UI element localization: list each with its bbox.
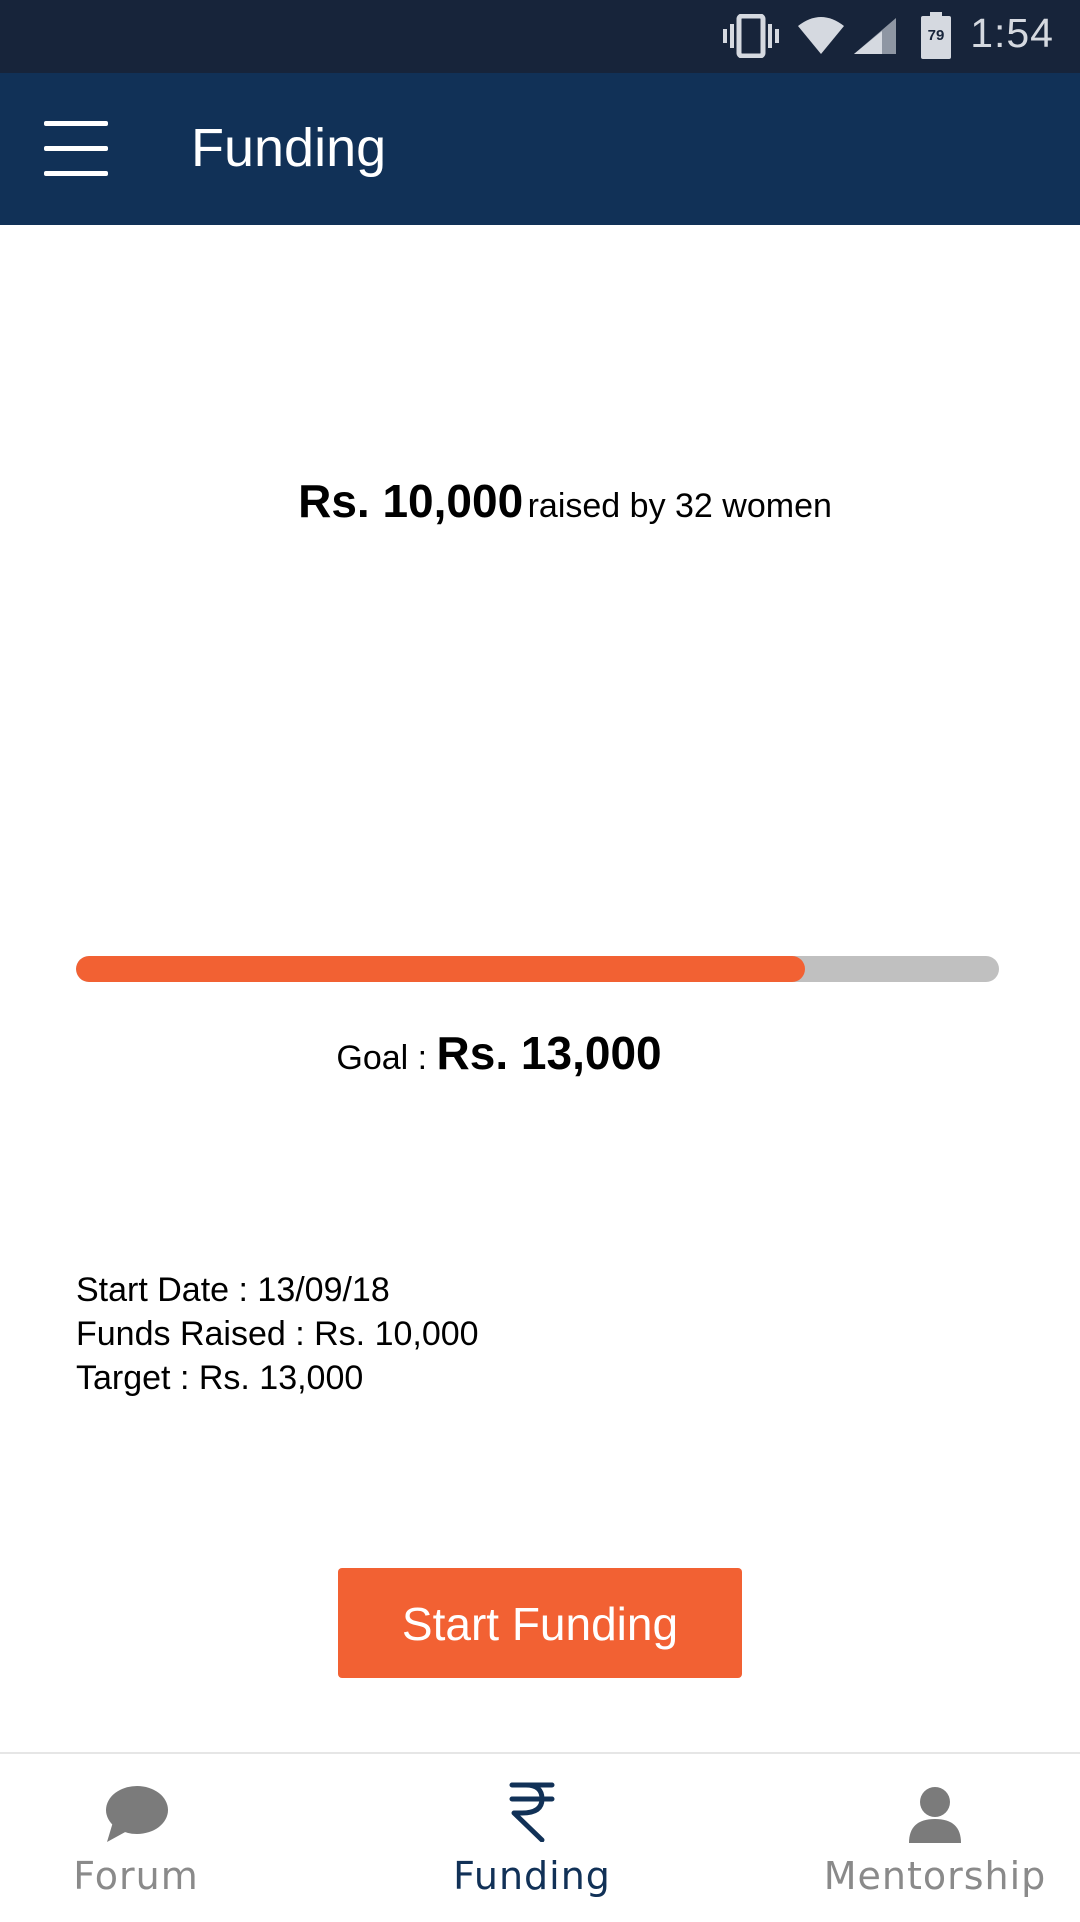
funds-raised-text: Funds Raised : Rs. 10,000	[76, 1315, 479, 1353]
nav-item-mentorship[interactable]: Mentorship	[820, 1754, 1050, 1922]
vibrate-icon	[722, 13, 780, 63]
person-icon	[908, 1786, 962, 1849]
goal-label: Goal :	[336, 1039, 437, 1077]
battery-icon: 79	[920, 12, 952, 65]
nav-label-mentorship: Mentorship	[823, 1854, 1047, 1898]
app-bar: Funding	[0, 73, 1080, 225]
rupee-icon	[508, 1780, 556, 1847]
status-bar: 79 1:54	[0, 0, 1080, 73]
cell-signal-icon	[852, 16, 898, 61]
nav-item-funding[interactable]: Funding	[432, 1754, 632, 1922]
funding-progress-bar	[76, 956, 999, 982]
nav-item-forum[interactable]: Forum	[36, 1754, 236, 1922]
start-date-text: Start Date : 13/09/18	[76, 1271, 390, 1309]
nav-label-funding: Funding	[453, 1854, 611, 1898]
wifi-icon	[796, 16, 846, 61]
svg-text:79: 79	[928, 27, 945, 44]
bottom-navigation: Forum Funding Mentorship	[0, 1752, 1080, 1920]
funding-details: Start Date : 13/09/18 Funds Raised : Rs.…	[76, 1268, 479, 1400]
start-funding-button[interactable]: Start Funding	[338, 1568, 742, 1678]
goal-amount: Rs. 13,000	[436, 1027, 662, 1079]
raised-amount: Rs. 10,000	[298, 475, 524, 527]
nav-label-forum: Forum	[73, 1854, 199, 1898]
chat-bubble-icon	[103, 1784, 169, 1849]
hamburger-menu-icon[interactable]	[32, 113, 122, 185]
status-time: 1:54	[970, 10, 1054, 56]
raised-by-text: raised by 32 women	[527, 487, 832, 525]
page-title: Funding	[191, 118, 387, 178]
funds-summary: Rs. 10,000 raised by 32 women	[25, 474, 1080, 528]
target-text: Target : Rs. 13,000	[76, 1359, 364, 1397]
funding-progress-fill	[76, 956, 806, 982]
goal-line: Goal : Rs. 13,000	[0, 1026, 1039, 1080]
